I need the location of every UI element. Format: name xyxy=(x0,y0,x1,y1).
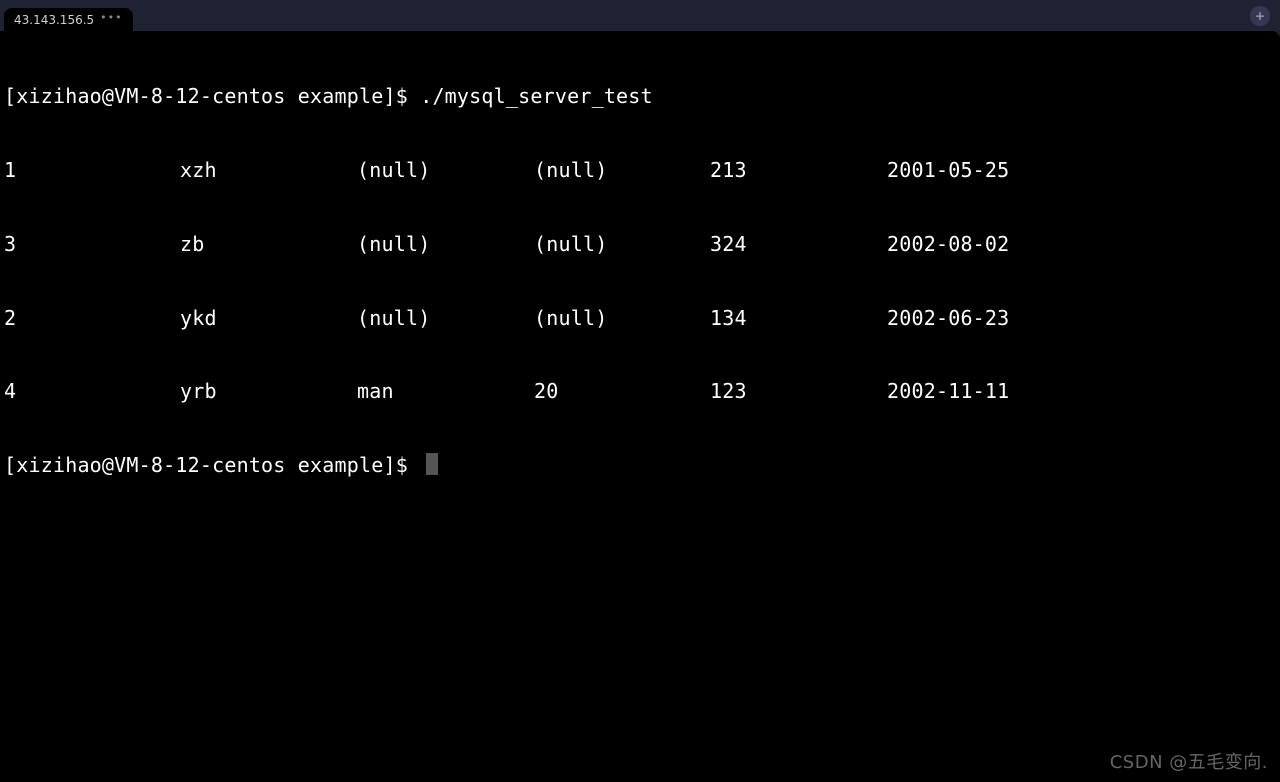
prompt-line: [xizihao@VM-8-12-centos example]$ xyxy=(4,453,1276,478)
cell: 3 xyxy=(4,232,180,257)
cell: man xyxy=(357,379,534,404)
cell: (null) xyxy=(357,158,534,183)
cursor-icon xyxy=(426,453,438,475)
cell: 213 xyxy=(710,158,887,183)
cell: 2002-06-23 xyxy=(887,306,1009,331)
new-tab-button[interactable]: + xyxy=(1250,6,1270,26)
cell: 2001-05-25 xyxy=(887,158,1009,183)
titlebar: 43.143.156.5 ••• + xyxy=(0,0,1280,31)
output-row: 4yrbman201232002-11-11 xyxy=(4,379,1276,404)
cell: 20 xyxy=(534,379,710,404)
cell: 1 xyxy=(4,158,180,183)
cell: 2002-08-02 xyxy=(887,232,1009,257)
cell: zb xyxy=(180,232,357,257)
cell: 134 xyxy=(710,306,887,331)
command-text: ./mysql_server_test xyxy=(420,84,653,108)
prompt: [xizihao@VM-8-12-centos example]$ xyxy=(4,84,420,108)
cell: yrb xyxy=(180,379,357,404)
cell: 2002-11-11 xyxy=(887,379,1009,404)
cell: xzh xyxy=(180,158,357,183)
cell: (null) xyxy=(357,306,534,331)
cell: 2 xyxy=(4,306,180,331)
output-row: 2ykd(null)(null)1342002-06-23 xyxy=(4,306,1276,331)
watermark-text: CSDN @五毛变向. xyxy=(1110,751,1268,776)
cell: 324 xyxy=(710,232,887,257)
command-line: [xizihao@VM-8-12-centos example]$ ./mysq… xyxy=(4,84,1276,109)
cell: 123 xyxy=(710,379,887,404)
cell: (null) xyxy=(534,158,710,183)
cell: (null) xyxy=(534,306,710,331)
output-row: 1xzh(null)(null)2132001-05-25 xyxy=(4,158,1276,183)
cell: ykd xyxy=(180,306,357,331)
cell: (null) xyxy=(534,232,710,257)
terminal-tab[interactable]: 43.143.156.5 ••• xyxy=(4,8,133,31)
output-row: 3zb(null)(null)3242002-08-02 xyxy=(4,232,1276,257)
tab-title: 43.143.156.5 xyxy=(14,13,94,27)
tab-menu-icon[interactable]: ••• xyxy=(100,12,122,23)
plus-icon: + xyxy=(1255,7,1264,25)
terminal-body[interactable]: [xizihao@VM-8-12-centos example]$ ./mysq… xyxy=(0,31,1280,782)
cell: (null) xyxy=(357,232,534,257)
prompt: [xizihao@VM-8-12-centos example]$ xyxy=(4,453,420,477)
cell: 4 xyxy=(4,379,180,404)
